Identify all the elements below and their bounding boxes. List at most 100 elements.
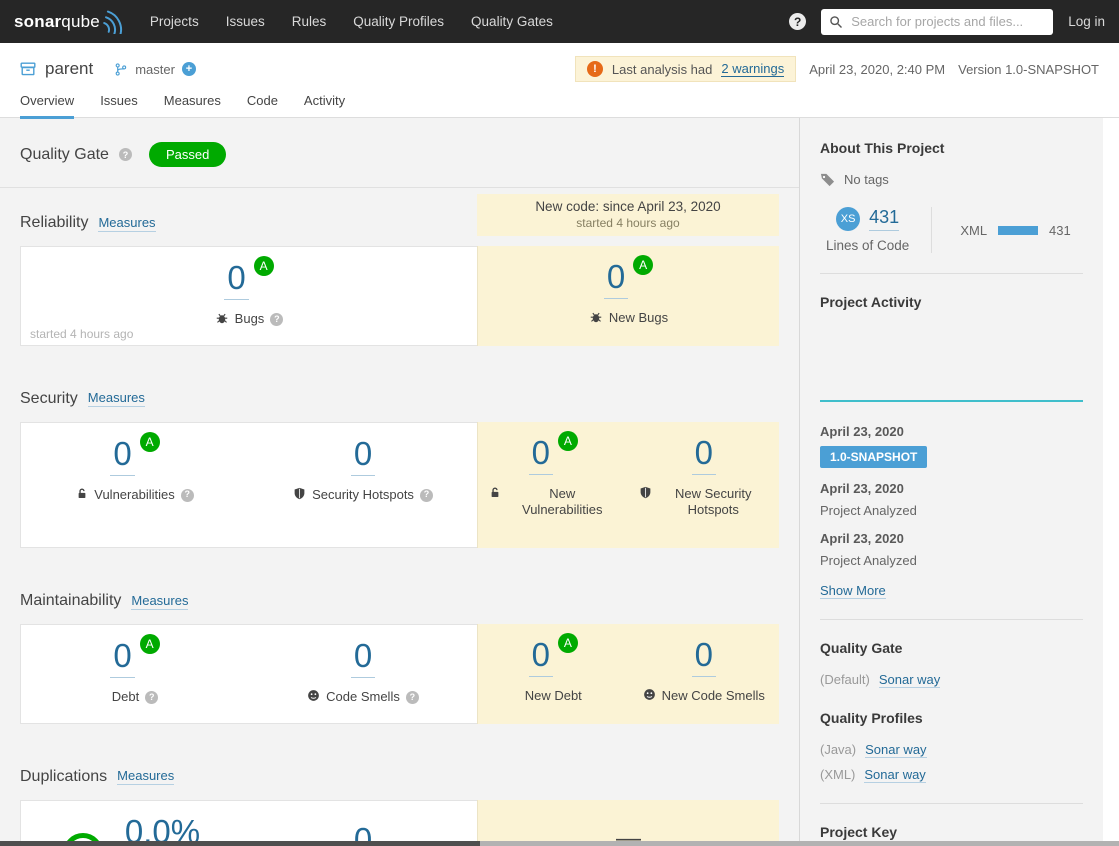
tab-code[interactable]: Code [247, 93, 278, 119]
nav-item-quality-gates[interactable]: Quality Gates [471, 14, 553, 29]
bugs-value-link[interactable]: 0 [224, 261, 249, 300]
language-name: XML [960, 222, 988, 238]
project-icon [20, 61, 36, 77]
security-hotspots-value-link[interactable]: 0 [350, 437, 376, 476]
vulnerabilities-value-link[interactable]: 0 [110, 437, 135, 476]
new-security-hotspots-metric: 0 New Security Hotspots [629, 422, 780, 548]
loc-value-link[interactable]: 431 [869, 207, 900, 231]
quality-profile-row: (XML) Sonar way [820, 767, 1083, 783]
security-hotspots-help-icon[interactable]: ? [419, 488, 433, 502]
code-smells-value-link[interactable]: 0 [350, 639, 376, 678]
tab-overview[interactable]: Overview [20, 93, 75, 119]
code-smells-metric: 0 Code Smells ? [249, 625, 477, 723]
tab-measures[interactable]: Measures [164, 93, 221, 119]
size-badge: XS [836, 207, 861, 231]
divider [820, 803, 1083, 804]
reliability-card: 0A Bugs ? started 4 hours ago 0 A New Bu… [20, 246, 779, 346]
tab-issues[interactable]: Issues [100, 93, 138, 119]
bugs-rating-badge[interactable]: A [253, 256, 274, 276]
activity-event: April 23, 2020 Project Analyzed [820, 481, 1083, 518]
new-bugs-rating-badge[interactable]: A [633, 255, 654, 275]
divider [820, 619, 1083, 620]
horizontal-scrollbar-thumb[interactable] [0, 841, 480, 846]
language-bar [998, 225, 1039, 235]
vulnerabilities-metric: 0A Vulnerabilities ? [21, 423, 249, 547]
branch-selector[interactable]: master + [114, 62, 196, 77]
new-vulnerabilities-label: New Vulnerabilities [522, 485, 603, 517]
new-bugs-value-link[interactable]: 0 [603, 260, 629, 299]
quality-profiles-title: Quality Profiles [820, 710, 923, 726]
quality-profile-link[interactable]: Sonar way [864, 767, 926, 783]
help-icon[interactable]: ? [789, 13, 807, 30]
duplications-title: Duplications [20, 767, 108, 785]
navbar-right: ? Log in [789, 8, 1105, 35]
project-title-group: parent master + [20, 59, 196, 79]
quality-gate-status-badge: Passed [148, 142, 227, 167]
security-measures-link[interactable]: Measures [87, 390, 145, 408]
analysis-date: April 23, 2020, 2:40 PM [809, 61, 946, 77]
activity-sparkline-chart [820, 326, 1083, 402]
shield-icon [293, 487, 306, 500]
top-navbar: sonarqube Projects Issues Rules Quality … [0, 0, 1119, 43]
activity-event: April 23, 2020 1.0-SNAPSHOT [820, 424, 1083, 468]
event-date: April 23, 2020 [820, 424, 904, 439]
language-row: XML 431 [960, 223, 1070, 238]
new-code-banner-subtitle: started 4 hours ago [576, 216, 680, 230]
branch-plus-icon[interactable]: + [181, 62, 196, 76]
vulnerabilities-label: Vulnerabilities [94, 486, 175, 502]
vulnerabilities-rating-badge[interactable]: A [139, 431, 160, 452]
duplications-measures-link[interactable]: Measures [117, 768, 175, 786]
divider [0, 187, 799, 188]
code-smells-label: Code Smells [326, 688, 400, 704]
new-code-smells-value-link[interactable]: 0 [691, 638, 716, 677]
reliability-measures-link[interactable]: Measures [98, 215, 156, 232]
quality-profile-link[interactable]: Sonar way [865, 742, 927, 758]
project-header: parent master + ! Last analysis had 2 wa… [0, 43, 1119, 119]
new-vulnerabilities-rating-badge[interactable]: A [557, 430, 578, 451]
security-hotspots-metric: 0 Security Hotspots ? [249, 423, 477, 547]
vulnerabilities-help-icon[interactable]: ? [180, 488, 194, 502]
nav-item-projects[interactable]: Projects [150, 14, 199, 29]
warning-icon: ! [586, 61, 603, 77]
nav-item-quality-profiles[interactable]: Quality Profiles [353, 14, 444, 29]
debt-help-icon[interactable]: ? [145, 690, 159, 704]
language-loc-value: 431 [1049, 222, 1071, 238]
debt-rating-badge[interactable]: A [139, 634, 160, 655]
new-debt-label: New Debt [524, 687, 582, 703]
login-link[interactable]: Log in [1068, 14, 1105, 29]
project-title: parent [45, 59, 94, 78]
new-security-hotspots-value-link[interactable]: 0 [691, 436, 716, 475]
security-hotspots-label: Security Hotspots [312, 486, 414, 502]
divider [820, 273, 1083, 274]
tab-activity[interactable]: Activity [304, 93, 345, 119]
duplications-metric: 0.0% Duplications ? [21, 801, 249, 846]
maintainability-title: Maintainability [20, 592, 122, 610]
quality-gate-scope: (Default) [820, 672, 870, 687]
debt-value-link[interactable]: 0 [110, 639, 135, 678]
new-debt-value-link[interactable]: 0 [528, 638, 553, 677]
bugs-help-icon[interactable]: ? [270, 312, 284, 326]
new-vulnerabilities-value-link[interactable]: 0 [528, 436, 553, 475]
nav-item-issues[interactable]: Issues [226, 14, 265, 29]
sidebar-quality-gate-title: Quality Gate [820, 640, 903, 656]
quality-profile-scope: (Java) [820, 742, 857, 757]
tags-row[interactable]: No tags [820, 172, 1083, 187]
new-debt-rating-badge[interactable]: A [557, 633, 578, 654]
warnings-link[interactable]: 2 warnings [721, 61, 785, 77]
loc-label: Lines of Code [826, 238, 910, 253]
event-date: April 23, 2020 [820, 481, 904, 496]
show-more-link[interactable]: Show More [820, 583, 886, 599]
event-label: Project Analyzed [820, 553, 917, 568]
quality-gate-link[interactable]: Sonar way [878, 672, 941, 688]
lock-icon [76, 487, 88, 500]
search-input[interactable] [849, 13, 1046, 30]
new-debt-metric: 0A New Debt [478, 624, 629, 724]
quality-gate-help-icon[interactable]: ? [118, 148, 132, 161]
sonarqube-logo[interactable]: sonarqube [14, 9, 126, 35]
nav-item-rules[interactable]: Rules [292, 14, 327, 29]
maintainability-measures-link[interactable]: Measures [131, 593, 189, 610]
code-smells-help-icon[interactable]: ? [405, 690, 419, 704]
project-version: Version 1.0-SNAPSHOT [958, 61, 1099, 77]
security-title: Security [20, 389, 78, 407]
branch-name: master [135, 61, 175, 77]
